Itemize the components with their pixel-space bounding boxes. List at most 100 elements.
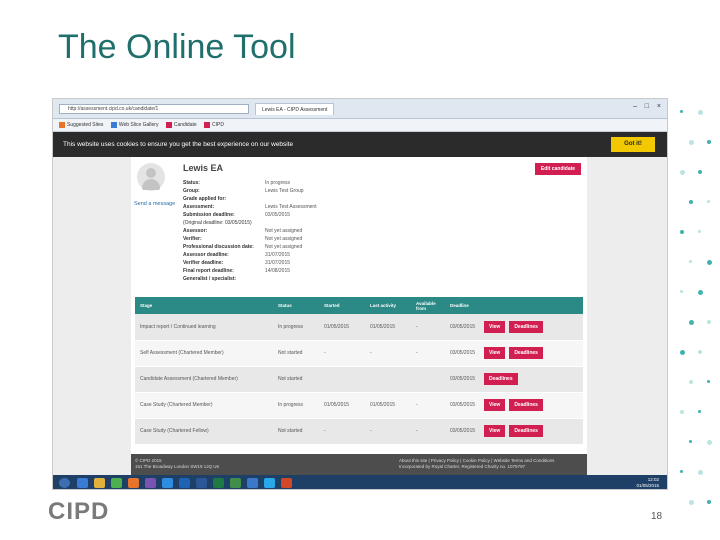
excel-icon[interactable]: [213, 478, 224, 488]
got-it-button[interactable]: Got it!: [611, 137, 655, 152]
address-bar[interactable]: http://assessment.cipd.co.uk/candidate/1: [59, 104, 249, 114]
folder-icon[interactable]: [94, 478, 105, 488]
decorative-dot: [698, 350, 702, 354]
favorite-item[interactable]: Web Slice Gallery: [110, 121, 158, 128]
decorative-dot: [680, 290, 683, 293]
view-button[interactable]: View: [484, 425, 506, 437]
deadlines-button[interactable]: Deadlines: [484, 373, 518, 385]
decorative-dot: [698, 470, 703, 475]
decorative-dot: [707, 200, 710, 203]
decorative-dot: [707, 500, 711, 504]
outlook-icon[interactable]: [179, 478, 190, 488]
favorite-item[interactable]: CIPD: [204, 121, 224, 128]
maximize-icon[interactable]: □: [645, 103, 649, 110]
detail-row: Assessor: Not yet assigned: [183, 228, 303, 234]
decorative-dot: [689, 320, 694, 325]
detail-row: Verifier: Not yet assigned: [183, 236, 303, 242]
ie-icon[interactable]: [162, 478, 173, 488]
decorative-dot: [698, 110, 703, 115]
candidate-panel: Send a message Lewis EA Edit candidate S…: [131, 157, 587, 454]
decorative-dot: [698, 170, 702, 174]
decorative-dot: [680, 110, 683, 113]
cookie-banner: This website uses cookies to ensure you …: [53, 132, 667, 157]
detail-row: Verifier deadline: 31/07/2015: [183, 260, 291, 266]
send-message-link[interactable]: Send a message: [134, 201, 175, 207]
decorative-dot: [680, 410, 684, 414]
column-header: Deadline: [445, 297, 479, 314]
cookie-text: This website uses cookies to ensure you …: [63, 141, 294, 148]
ie-icon[interactable]: [77, 478, 88, 488]
table-row: Case Study (Chartered Member) In progres…: [135, 392, 583, 419]
detail-row: Group: Lewis Test Group: [183, 188, 304, 194]
edit-candidate-button[interactable]: Edit candidate: [535, 163, 581, 175]
footer-address: 151 The Broadway London SW19 1JQ UK: [135, 464, 220, 469]
minimize-icon[interactable]: –: [633, 103, 637, 110]
media-icon[interactable]: [145, 478, 156, 488]
favorite-item[interactable]: Candidate: [165, 121, 197, 128]
page-number: 18: [651, 511, 663, 522]
decorative-dot: [707, 140, 711, 144]
browser-tab[interactable]: Lewis EA - CIPD Assessment: [255, 103, 335, 115]
stage-table: Stage Status Started Last activity Avail…: [135, 297, 583, 445]
decorative-dot: [689, 200, 693, 204]
deadlines-button[interactable]: Deadlines: [509, 425, 543, 437]
view-button[interactable]: View: [484, 399, 506, 411]
start-icon[interactable]: [59, 478, 70, 488]
table-row: Self Assessment (Chartered Member) Not s…: [135, 340, 583, 367]
word-icon[interactable]: [196, 478, 207, 488]
decorative-dot: [698, 290, 703, 295]
view-button[interactable]: View: [484, 320, 506, 333]
detail-row: Final report deadline: 14/08/2015: [183, 268, 291, 274]
page-content: Send a message Lewis EA Edit candidate S…: [53, 157, 667, 489]
firefox-icon[interactable]: [128, 478, 139, 488]
detail-row: Submission deadline: 03/05/2015: [183, 212, 291, 218]
detail-row: Generalist / specialist:: [183, 276, 237, 282]
decorative-dot: [680, 170, 685, 175]
column-header: [479, 297, 583, 314]
table-header-row: Stage Status Started Last activity Avail…: [135, 297, 583, 314]
decorative-dot: [707, 380, 710, 383]
decorative-dot: [680, 350, 685, 355]
column-header: Started: [319, 297, 365, 314]
cipd-logo: CIPD: [48, 498, 110, 525]
slide-title: The Online Tool: [58, 28, 296, 66]
detail-row: Assessment: Lewis Test Assessment: [183, 204, 317, 210]
column-header: Stage: [135, 297, 273, 314]
deadlines-button[interactable]: Deadlines: [509, 399, 543, 411]
taskbar-clock: 12:02 01/05/2015: [636, 477, 659, 488]
detail-row: Status: In progress: [183, 180, 291, 186]
deadlines-button[interactable]: Deadlines: [509, 347, 543, 359]
decorative-dot: [689, 140, 694, 145]
decorative-dot: [698, 230, 701, 233]
detail-row: Grade applied for:: [183, 196, 227, 202]
chrome-icon[interactable]: [111, 478, 122, 488]
table-row: Case Study (Chartered Fellow) Not starte…: [135, 418, 583, 445]
table-row: Candidate Assessment (Chartered Member) …: [135, 366, 583, 393]
candidate-details: Status: In progress Group: Lewis Test Grou…: [183, 179, 483, 283]
browser-tab-bar: http://assessment.cipd.co.uk/candidate/1…: [53, 99, 667, 119]
decorative-dot: [689, 260, 692, 263]
taskbar: 12:02 01/05/2015: [53, 475, 667, 489]
powerpoint-icon[interactable]: [281, 478, 292, 488]
decorative-dot: [680, 470, 683, 473]
column-header: Available from: [411, 297, 445, 314]
view-button[interactable]: View: [484, 347, 506, 359]
decorative-dot: [689, 500, 694, 505]
candidate-name: Lewis EA: [183, 163, 224, 173]
project-icon[interactable]: [230, 478, 241, 488]
skype-icon[interactable]: [264, 478, 275, 488]
decorative-dot: [698, 410, 701, 413]
favorites-bar: Suggested Sites Web Slice Gallery Candid…: [53, 119, 667, 132]
browser-screenshot: http://assessment.cipd.co.uk/candidate/1…: [52, 98, 668, 490]
favorite-item[interactable]: Suggested Sites: [59, 121, 103, 128]
footer-charity: Incorporated by Royal Charter, Registere…: [399, 464, 526, 469]
close-icon[interactable]: ×: [657, 103, 661, 110]
deadlines-button[interactable]: Deadlines: [509, 320, 543, 333]
lync-icon[interactable]: [247, 478, 258, 488]
decorative-dot: [707, 320, 711, 324]
decorative-dot: [689, 440, 692, 443]
decorative-dot: [707, 440, 712, 445]
table-row: Impact report / Continued learning In pr…: [135, 314, 583, 341]
avatar: [137, 163, 165, 191]
slide: The Online Tool http://assessment.cipd.c…: [0, 0, 720, 540]
